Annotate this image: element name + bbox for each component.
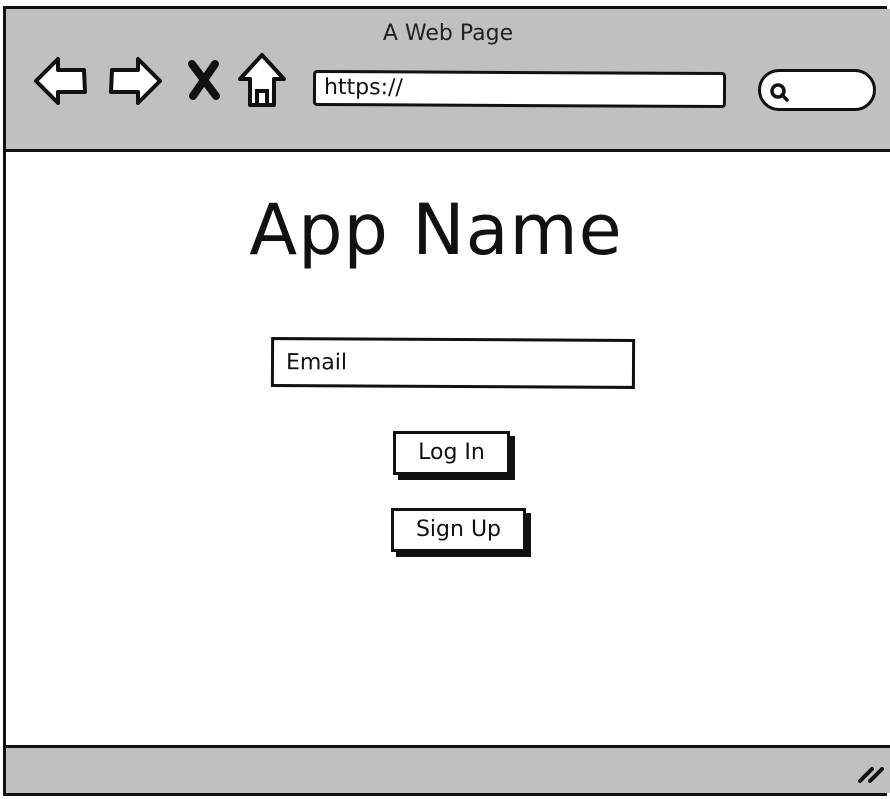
back-arrow-icon[interactable] — [32, 53, 90, 113]
forward-arrow-icon[interactable] — [106, 53, 164, 113]
browser-toolbar: A Web Page https:// — [6, 9, 890, 152]
email-field[interactable] — [270, 337, 636, 389]
resize-grip-icon[interactable] — [854, 759, 888, 789]
window-title: A Web Page — [382, 21, 514, 46]
home-icon[interactable] — [236, 51, 288, 115]
app-title: App Name — [249, 189, 623, 271]
address-bar[interactable]: https:// — [312, 69, 727, 109]
login-button[interactable]: Log In — [393, 431, 510, 475]
close-icon[interactable] — [186, 59, 222, 105]
status-bar — [6, 745, 890, 793]
search-icon — [770, 83, 789, 102]
browser-search-field[interactable] — [758, 69, 876, 111]
browser-window: A Web Page https:// App Name Email Log I… — [3, 6, 890, 796]
signup-button[interactable]: Sign Up — [391, 508, 526, 552]
